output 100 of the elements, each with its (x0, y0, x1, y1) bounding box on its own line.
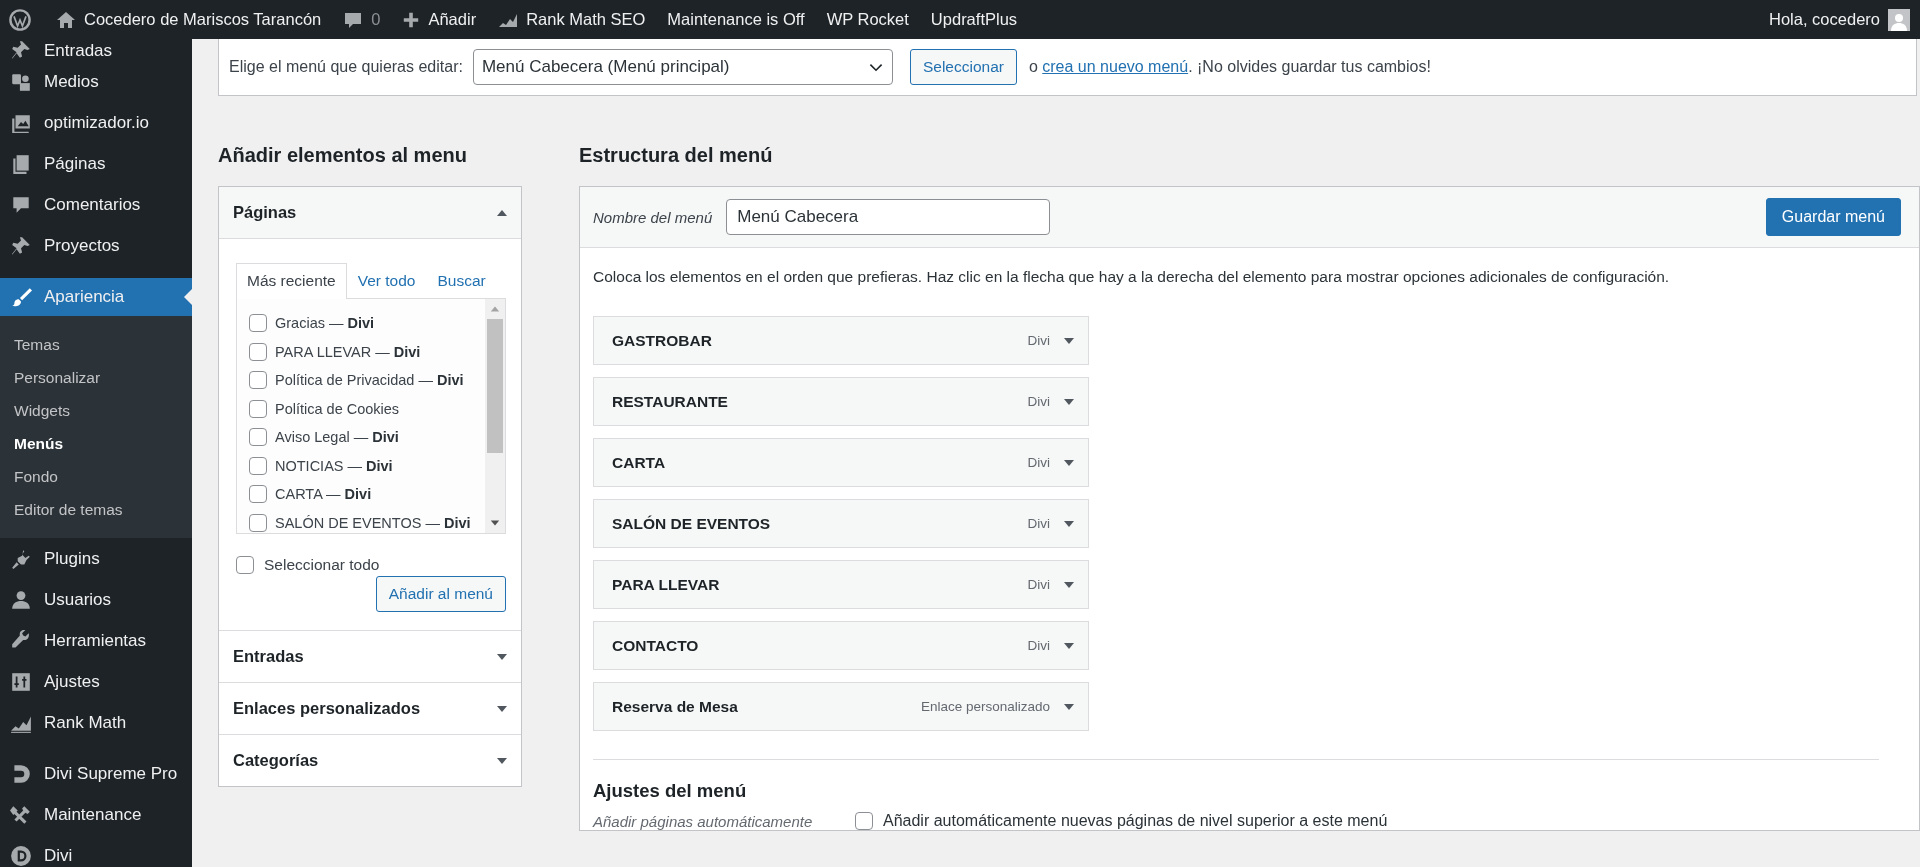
tab[interactable]: Ver todo (346, 263, 427, 298)
comments-link[interactable]: 0 (343, 9, 381, 30)
accordion-header[interactable]: Páginas (219, 187, 521, 239)
checkbox[interactable] (249, 314, 267, 333)
menu-item[interactable]: CONTACTO Divi (593, 621, 1089, 670)
greeting-link[interactable]: Hola, cocedero (1769, 10, 1880, 29)
create-menu-link[interactable]: crea un nuevo menú (1042, 58, 1189, 75)
pushpin-icon (10, 234, 32, 257)
pushpin-icon (10, 39, 32, 61)
checkbox-label: Seleccionar todo (264, 556, 380, 574)
checkbox-label: SALÓN DE EVENTOS — Divi (275, 514, 471, 531)
plug-icon (10, 547, 32, 570)
submenu-item[interactable]: Personalizar (0, 361, 192, 394)
menu-item[interactable]: RESTAURANTE Divi (593, 377, 1089, 426)
checkbox-label: PARA LLEVAR — Divi (275, 343, 421, 360)
submenu-item[interactable]: Menús (0, 427, 192, 460)
caret-down-icon[interactable] (1064, 520, 1074, 527)
sidebar-item[interactable]: Divi (0, 835, 192, 867)
menu-item[interactable]: Reserva de Mesa Enlace personalizado (593, 682, 1089, 731)
pages-icon (10, 152, 32, 175)
sidebar-item[interactable]: Comentarios (0, 184, 192, 225)
toolbar-link[interactable]: Maintenance is Off (667, 10, 805, 29)
sidebar-item[interactable]: Maintenance (0, 794, 192, 835)
sliders-icon (10, 670, 32, 693)
section-heading: Estructura del menú (579, 144, 774, 168)
sidebar-item[interactable]: Medios (0, 61, 192, 102)
caret-down-icon (497, 757, 507, 764)
checkbox[interactable] (249, 371, 267, 390)
caret-down-icon (497, 705, 507, 712)
menu-item[interactable]: SALÓN DE EVENTOS Divi (593, 499, 1089, 548)
avatar-icon[interactable] (1888, 8, 1910, 31)
submenu-item[interactable]: Widgets (0, 394, 192, 427)
checkbox[interactable] (249, 428, 267, 447)
menu-item[interactable]: GASTROBAR Divi (593, 316, 1089, 365)
paintbrush-icon (10, 286, 32, 308)
submenu-item[interactable]: Editor de temas (0, 493, 192, 526)
menu-item[interactable]: CARTA Divi (593, 438, 1089, 487)
checkbox[interactable] (236, 556, 254, 574)
checkbox[interactable] (249, 513, 267, 532)
plus-icon (402, 10, 421, 29)
sidebar-item[interactable]: Ajustes (0, 661, 192, 702)
checkbox-label: Añadir automáticamente nuevas páginas de nivel superior a este menú (883, 812, 1388, 830)
checkbox-label: Política de Privacidad — Divi (275, 372, 464, 389)
toolbar-link[interactable]: UpdraftPlus (930, 10, 1018, 29)
setting-label: Añadir páginas automáticamente (593, 812, 814, 830)
checkbox[interactable] (855, 812, 873, 830)
sidebar-item[interactable]: Usuarios (0, 579, 192, 620)
caret-down-icon (497, 653, 507, 660)
field-label: Nombre del menú (593, 208, 713, 226)
menu-name-field[interactable]: Menú Cabecera (726, 199, 1051, 235)
menu-item[interactable]: PARA LLEVAR Divi (593, 560, 1089, 609)
home-icon (56, 9, 76, 30)
select-button[interactable]: Seleccionar (909, 49, 1017, 85)
sidebar-item[interactable]: optimizador.io (0, 102, 192, 143)
field-label: Elige el menú que quieras editar: (229, 58, 463, 76)
sidebar-item[interactable]: Rank Math (0, 702, 192, 743)
checkbox-label: CARTA — Divi (275, 486, 372, 503)
sidebar-item[interactable]: Entradas (0, 39, 192, 61)
section-heading: Ajustes del menú (593, 780, 748, 802)
user-icon (10, 588, 32, 611)
section-heading: Añadir elementos al menu (218, 144, 468, 168)
checkbox[interactable] (249, 456, 267, 475)
add-to-menu-button[interactable]: Añadir al menú (375, 576, 506, 612)
sidebar-item[interactable]: Herramientas (0, 620, 192, 661)
toolbar-link[interactable]: WP Rocket (826, 10, 909, 29)
sidebar-item[interactable]: Divi Supreme Pro (0, 753, 192, 794)
sidebar-item[interactable]: Plugins (0, 538, 192, 579)
sidebar-item[interactable]: Proyectos (0, 225, 192, 266)
accordion-header[interactable]: Entradas (219, 630, 521, 682)
caret-down-icon[interactable] (1064, 459, 1074, 466)
submenu-item[interactable]: Temas (0, 328, 192, 361)
tab[interactable]: Buscar (426, 263, 497, 298)
checkbox-label: Política de Cookies (275, 400, 400, 417)
help-text: o crea un nuevo menú. ¡No olvides guardar tus cambios! (1028, 58, 1431, 76)
accordion-header[interactable]: Categorías (219, 734, 521, 786)
scrollbar[interactable] (485, 299, 505, 533)
accordion-header[interactable]: Enlaces personalizados (219, 682, 521, 734)
caret-down-icon[interactable] (1064, 703, 1074, 710)
menu-dropdown[interactable]: Menú Cabecera (Menú principal) (472, 49, 893, 85)
tools-icon (10, 803, 32, 826)
new-content-link[interactable]: Añadir (402, 10, 477, 29)
checkbox[interactable] (249, 485, 267, 504)
checkbox[interactable] (249, 342, 267, 361)
checkbox-label: Aviso Legal — Divi (275, 429, 399, 446)
toolbar-link[interactable]: Rank Math SEO (498, 9, 646, 30)
caret-down-icon[interactable] (1064, 398, 1074, 405)
caret-down-icon[interactable] (1064, 581, 1074, 588)
tab[interactable]: Más reciente (236, 263, 347, 299)
caret-up-icon (497, 209, 507, 216)
wordpress-logo-icon[interactable] (8, 7, 32, 32)
caret-down-icon[interactable] (1064, 337, 1074, 344)
submenu-item[interactable]: Fondo (0, 460, 192, 493)
save-menu-button[interactable]: Guardar menú (1765, 198, 1901, 236)
checkbox[interactable] (249, 399, 267, 418)
sidebar-item[interactable]: Páginas (0, 143, 192, 184)
site-name-link[interactable]: Cocedero de Mariscos Tarancón (56, 9, 322, 30)
checkbox-label: Gracias — Divi (275, 315, 375, 332)
sidebar-item[interactable]: Apariencia (0, 278, 192, 316)
caret-down-icon[interactable] (1064, 642, 1074, 649)
checkbox-label: NOTICIAS — Divi (275, 457, 393, 474)
